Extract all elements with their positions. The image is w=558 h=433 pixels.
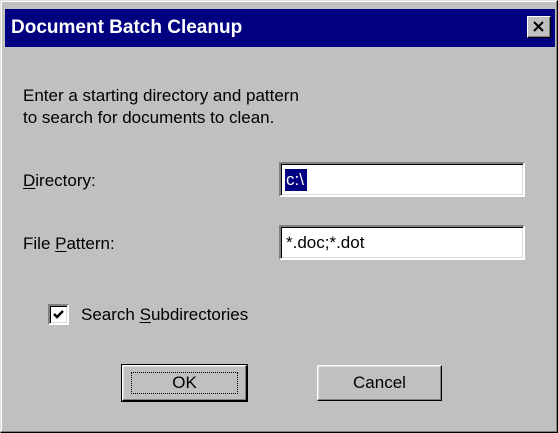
file-pattern-value: *.doc;*.dot (286, 233, 365, 252)
ok-button[interactable]: OK (121, 364, 248, 402)
directory-label: Directory: (23, 171, 96, 190)
directory-input[interactable]: c:\ (279, 162, 525, 197)
window-title: Document Batch Cleanup (11, 17, 243, 38)
instruction-line-1: Enter a starting directory and pattern (23, 86, 299, 105)
search-subdirectories-checkbox[interactable] (48, 304, 69, 325)
close-button[interactable] (527, 16, 551, 38)
dialog-window: Document Batch Cleanup Enter a starting … (0, 0, 558, 433)
cancel-button[interactable]: Cancel (317, 365, 442, 401)
search-subdirectories-mnemonic: S (139, 305, 151, 324)
checkmark-icon (53, 310, 64, 319)
title-bar[interactable]: Document Batch Cleanup (5, 9, 555, 47)
file-pattern-label: File Pattern: (23, 234, 115, 253)
close-x-icon (533, 21, 544, 32)
directory-value: c:\ (285, 169, 307, 191)
directory-mnemonic: D (23, 171, 36, 190)
file-pattern-mnemonic: P (55, 234, 67, 253)
search-subdirectories-label[interactable]: Search Subdirectories (81, 304, 248, 326)
file-pattern-input[interactable]: *.doc;*.dot (279, 225, 525, 260)
instruction-line-2: to search for documents to clean. (23, 108, 275, 127)
